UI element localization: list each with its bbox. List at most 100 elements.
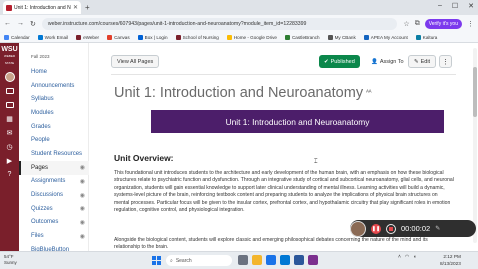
page-title: Unit 1: Introduction and Neuroanatomy ᴬᴬ xyxy=(114,85,372,101)
eweber-icon xyxy=(76,34,82,40)
wsu-logo[interactable]: WSU WEBER STATE xyxy=(0,46,19,67)
browser-tab-bar: Unit 1: Introduction and Neuro ✕ + – ☐ ✕ xyxy=(0,0,478,15)
task-view-icon[interactable] xyxy=(238,255,248,265)
box-icon xyxy=(137,34,143,40)
chrome-icon[interactable] xyxy=(266,255,276,265)
immersive-reader-icon[interactable]: ᴬᴬ xyxy=(366,90,371,96)
calendar-icon[interactable]: ▦ xyxy=(5,114,15,123)
course-nav-modules[interactable]: Modules xyxy=(19,106,89,120)
divider xyxy=(111,74,456,75)
bookmark-school-of-nursing[interactable]: School of Nursing xyxy=(175,34,219,40)
bookmark-calendar[interactable]: Calendar xyxy=(4,34,30,40)
eye-icon: ◉ xyxy=(79,165,85,172)
screen-recorder: ❚❚ 00:00:02 ✎ xyxy=(350,220,476,237)
course-nav-assignments[interactable]: Assignments ◉ xyxy=(19,175,89,189)
course-nav-quizzes[interactable]: Quizzes ◉ xyxy=(19,202,89,216)
course-nav-outcomes[interactable]: Outcomes ◉ xyxy=(19,216,89,230)
course-nav-announcements[interactable]: Announcements xyxy=(19,79,89,93)
word-icon[interactable] xyxy=(294,255,304,265)
chevron-up-icon[interactable]: ˄ xyxy=(398,254,401,260)
maximize-icon[interactable]: ☐ xyxy=(452,2,458,10)
edge-icon[interactable] xyxy=(280,255,290,265)
bookmark-apea[interactable]: APEA My Account xyxy=(363,34,408,40)
castlebranch-icon xyxy=(284,34,290,40)
canvas-icon xyxy=(107,34,113,40)
published-button[interactable]: ✔ Published xyxy=(319,55,360,68)
minimize-icon[interactable]: – xyxy=(438,2,442,10)
wifi-icon[interactable]: ◠ xyxy=(405,254,409,260)
windows-start-icon[interactable] xyxy=(152,256,161,265)
assign-to-button[interactable]: 👤 Assign To xyxy=(367,55,408,68)
overview-paragraph-2: Alongside the biological content, studen… xyxy=(114,237,428,251)
courses-icon[interactable] xyxy=(5,100,15,109)
clock[interactable]: 2:12 PM 8/13/2023 xyxy=(440,254,461,267)
check-icon: ✔ xyxy=(324,58,329,65)
stop-button[interactable] xyxy=(386,223,396,234)
avatar xyxy=(4,71,15,82)
bookmark-kaltura[interactable]: Kaltura xyxy=(415,34,437,40)
window-controls: – ☐ ✕ xyxy=(438,2,474,10)
course-nav-home[interactable]: Home xyxy=(19,65,89,79)
course-nav: Fall 2023 Home Announcements Syllabus Mo… xyxy=(19,43,89,253)
reload-icon[interactable]: ↻ xyxy=(30,20,36,28)
system-tray: ˄ ◠ ◖ xyxy=(398,254,416,260)
inbox-icon[interactable]: ✉ xyxy=(5,128,15,137)
mouse-cursor-icon: ⌶ xyxy=(314,159,318,165)
course-nav-syllabus[interactable]: Syllabus xyxy=(19,92,89,106)
bookmark-canvas[interactable]: Canvas xyxy=(107,34,130,40)
star-icon[interactable]: ☆ xyxy=(403,20,409,28)
bookmark-work-email[interactable]: Work Email xyxy=(37,34,68,40)
edit-button[interactable]: ✎ Edit xyxy=(408,55,437,68)
volume-icon[interactable]: ◖ xyxy=(413,254,416,260)
course-nav-discussions[interactable]: Discussions ◉ xyxy=(19,188,89,202)
close-tab-icon[interactable]: ✕ xyxy=(73,4,78,11)
taskbar-search[interactable]: ⌕ Search xyxy=(166,255,232,266)
extension-icon[interactable]: ⧉ xyxy=(415,20,420,28)
user-icon: 👤 xyxy=(371,58,378,65)
view-all-pages-button[interactable]: View All Pages xyxy=(111,55,160,68)
eye-icon: ◉ xyxy=(79,233,85,240)
help-icon[interactable]: ? xyxy=(5,170,15,179)
calendar-icon xyxy=(4,34,9,40)
webcam-preview xyxy=(350,220,366,237)
bookmark-box[interactable]: Box | Login xyxy=(137,34,168,40)
pen-icon[interactable]: ✎ xyxy=(435,225,440,232)
account-icon[interactable] xyxy=(4,71,15,82)
course-nav-student-resources[interactable]: Student Resources xyxy=(19,147,89,161)
canvas-favicon-icon xyxy=(6,4,12,11)
file-explorer-icon[interactable] xyxy=(252,255,262,265)
url-text: weber.instructure.com/courses/607943/pag… xyxy=(47,20,307,27)
dashboard-icon[interactable] xyxy=(5,86,15,95)
bookmark-eweber[interactable]: eWeber xyxy=(76,34,99,40)
back-icon[interactable]: ← xyxy=(4,20,11,27)
app-icon[interactable] xyxy=(308,255,318,265)
pause-button[interactable]: ❚❚ xyxy=(371,223,381,234)
studio-icon[interactable]: ▶ xyxy=(5,156,15,165)
term-label: Fall 2023 xyxy=(31,54,50,59)
pencil-icon: ✎ xyxy=(414,58,419,65)
forward-icon[interactable]: → xyxy=(17,20,24,27)
unit-banner: Unit 1: Introduction and Neuroanatomy xyxy=(151,110,444,133)
url-field[interactable]: weber.instructure.com/courses/607943/pag… xyxy=(41,17,398,30)
course-nav-files[interactable]: Files ◉ xyxy=(19,229,89,243)
bookmark-google-drive[interactable]: Home - Google Drive xyxy=(226,34,277,40)
recording-timer: 00:00:02 xyxy=(401,224,431,233)
eye-icon: ◉ xyxy=(79,219,85,226)
course-nav-people[interactable]: People xyxy=(19,133,89,147)
bookmark-castlebranch[interactable]: CastleBranch xyxy=(284,34,320,40)
stop-icon xyxy=(389,226,393,231)
course-nav-pages[interactable]: Pages ◉ xyxy=(19,160,89,175)
course-nav-grades[interactable]: Grades xyxy=(19,120,89,134)
bookmark-cbank[interactable]: My CBank xyxy=(327,34,356,40)
close-window-icon[interactable]: ✕ xyxy=(468,2,474,10)
scrollbar-thumb[interactable] xyxy=(473,67,477,117)
more-options-button[interactable]: ⋮ xyxy=(439,55,452,68)
bookmarks-bar: Calendar Work Email eWeber Canvas Box | … xyxy=(0,32,478,43)
eye-icon: ◉ xyxy=(79,192,85,199)
weather-widget[interactable]: 54°F Sunny xyxy=(4,254,17,266)
browser-tab[interactable]: Unit 1: Introduction and Neuro ✕ xyxy=(3,1,81,14)
verify-button[interactable]: Verify it's you xyxy=(424,18,462,29)
history-icon[interactable]: ◷ xyxy=(5,142,15,151)
menu-icon[interactable]: ⋮ xyxy=(467,20,474,28)
new-tab-button[interactable]: + xyxy=(85,3,90,12)
